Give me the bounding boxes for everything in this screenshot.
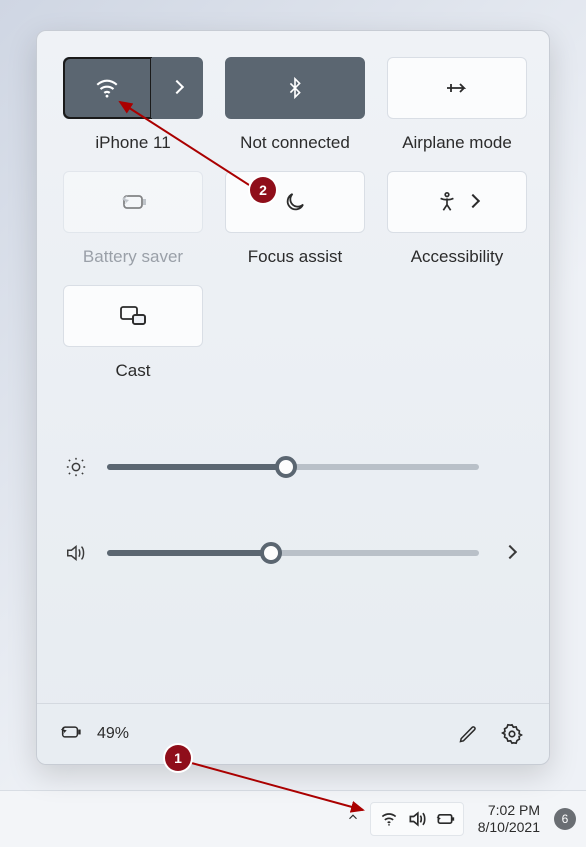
chevron-right-icon [468,193,478,211]
battery-tray-icon [433,807,457,831]
airplane-label: Airplane mode [402,133,512,153]
sliders-section [63,447,523,573]
battery-saver-label: Battery saver [83,247,183,267]
tile-wifi: iPhone 11 [63,57,203,153]
quick-settings-footer: 49% [37,703,549,764]
bluetooth-label: Not connected [240,133,350,153]
cast-icon [119,305,147,327]
tile-bluetooth: Not connected [225,57,365,153]
accessibility-icon [436,190,458,214]
annotation-step-1: 1 [165,745,191,771]
tray-overflow-chevron-icon[interactable] [346,810,360,829]
annotation-step-2: 2 [250,177,276,203]
wifi-label: iPhone 11 [95,133,170,153]
taskbar: 7:02 PM 8/10/2021 6 [0,790,586,847]
cast-button[interactable] [63,285,203,347]
battery-percentage: 49% [97,725,129,743]
bluetooth-button[interactable] [225,57,365,119]
volume-slider[interactable] [107,550,479,556]
chevron-right-icon [172,79,182,97]
clock-date: 8/10/2021 [478,819,540,836]
brightness-row [63,447,523,487]
gear-icon [501,723,523,745]
focus-assist-button[interactable] [225,171,365,233]
taskbar-clock[interactable]: 7:02 PM 8/10/2021 [478,802,540,836]
wifi-expand-button[interactable] [151,58,202,118]
volume-expand-button[interactable] [497,544,523,562]
chevron-right-icon [505,544,515,562]
tile-focus-assist: Focus assist [225,171,365,267]
battery-saver-button [63,171,203,233]
quick-settings-grid: iPhone 11 Not connected Airplane mode Ba… [63,57,523,381]
edit-button[interactable] [451,717,485,751]
brightness-slider[interactable] [107,464,479,470]
settings-button[interactable] [495,717,529,751]
wifi-tray-icon [377,807,401,831]
tile-accessibility: Accessibility [387,171,527,267]
airplane-button[interactable] [387,57,527,119]
accessibility-button[interactable] [387,171,527,233]
notification-badge[interactable]: 6 [554,808,576,830]
focus-assist-label: Focus assist [248,247,342,267]
battery-saver-icon [118,191,148,213]
tile-airplane: Airplane mode [387,57,527,153]
volume-icon [63,542,89,564]
wifi-icon [94,75,120,101]
wifi-button[interactable] [63,57,203,119]
system-tray[interactable] [370,802,464,836]
cast-label: Cast [116,361,151,381]
tile-battery-saver: Battery saver [63,171,203,267]
brightness-icon [63,456,89,478]
accessibility-label: Accessibility [411,247,504,267]
pencil-icon [458,724,478,744]
bluetooth-icon [284,74,306,102]
quick-settings-panel: iPhone 11 Not connected Airplane mode Ba… [36,30,550,765]
airplane-icon [443,76,471,100]
wifi-toggle[interactable] [64,58,151,118]
clock-time: 7:02 PM [488,802,540,819]
tile-cast: Cast [63,285,203,381]
battery-charging-icon [57,723,83,746]
volume-row [63,533,523,573]
moon-icon [283,190,307,214]
volume-tray-icon [405,807,429,831]
